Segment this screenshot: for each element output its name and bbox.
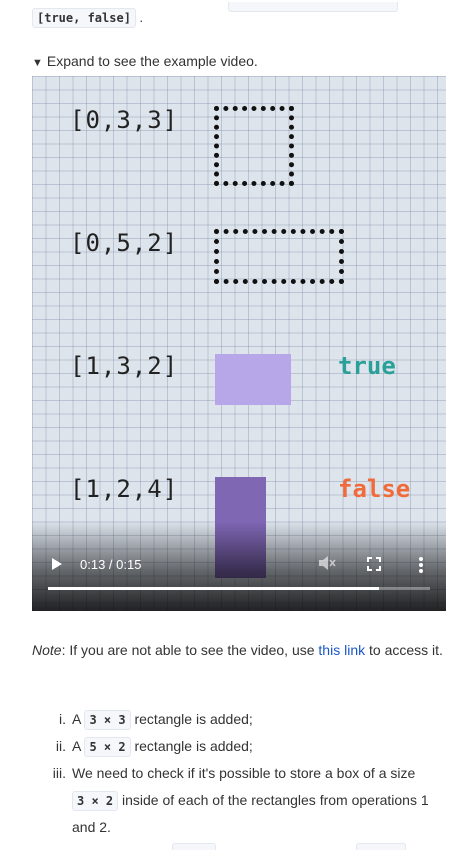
list-text: rectangle is added; [130,738,253,754]
code-chip-fragment [228,2,398,12]
list-text: We need to check if it's possible to sto… [72,765,416,781]
size-code: 5 × 2 [84,737,131,757]
output-code: [true, false] [32,8,136,28]
list-text: rectangle is added; [130,711,253,727]
code-chip-fragment [356,843,406,850]
list-number: i. [59,711,66,727]
note-text-after: to access it. [365,642,443,658]
list-item: i. A 3 × 3 rectangle is added; [32,706,444,733]
progress-track[interactable] [48,587,430,590]
progress-fill [48,587,380,590]
volume-muted-icon[interactable] [318,555,336,576]
triangle-down-icon: ▼ [32,57,43,69]
time-display: 0:13 / 0:15 [80,557,142,572]
expand-label: Expand to see the example video. [46,53,258,69]
fullscreen-icon[interactable] [367,557,381,576]
note-paragraph: Note: If you are not able to see the vid… [32,637,444,664]
period: . [139,10,144,25]
note-text-before: : If you are not able to see the video, … [61,642,319,658]
list-text: A [72,738,85,754]
operation-label: [0,5,2] [70,229,179,257]
code-chip-fragment [172,843,216,850]
more-vertical-icon[interactable] [418,556,424,579]
box-3x2-fits [215,354,291,405]
expand-video-toggle[interactable]: ▼ Expand to see the example video. [32,53,258,69]
added-rectangle-5x2 [214,229,344,284]
result-true: true [338,352,396,380]
play-icon[interactable] [52,558,62,570]
example-video[interactable]: [0,3,3] [0,5,2] [1,3,2] true [1,2,4] fal… [32,76,446,611]
list-item: ii. A 5 × 2 rectangle is added; [32,733,444,760]
list-text: inside of each of the rectangles from op… [72,792,429,835]
list-text: A [72,711,85,727]
list-number: iii. [52,765,66,781]
video-link[interactable]: this link [318,642,365,658]
operation-label: [1,3,2] [70,352,179,380]
note-label: Note [32,642,62,658]
size-code: 3 × 3 [84,710,131,730]
operation-label: [0,3,3] [70,106,179,134]
operation-label: [1,2,4] [70,475,179,503]
added-rectangle-3x3 [214,106,294,186]
list-item: iii. We need to check if it's possible t… [32,760,444,841]
result-false: false [338,475,411,503]
list-number: ii. [55,738,66,754]
previous-paragraph-fragment: [true, false] . [32,2,398,28]
steps-list: i. A 3 × 3 rectangle is added; ii. A 5 ×… [32,706,444,841]
size-code: 3 × 2 [72,791,119,811]
